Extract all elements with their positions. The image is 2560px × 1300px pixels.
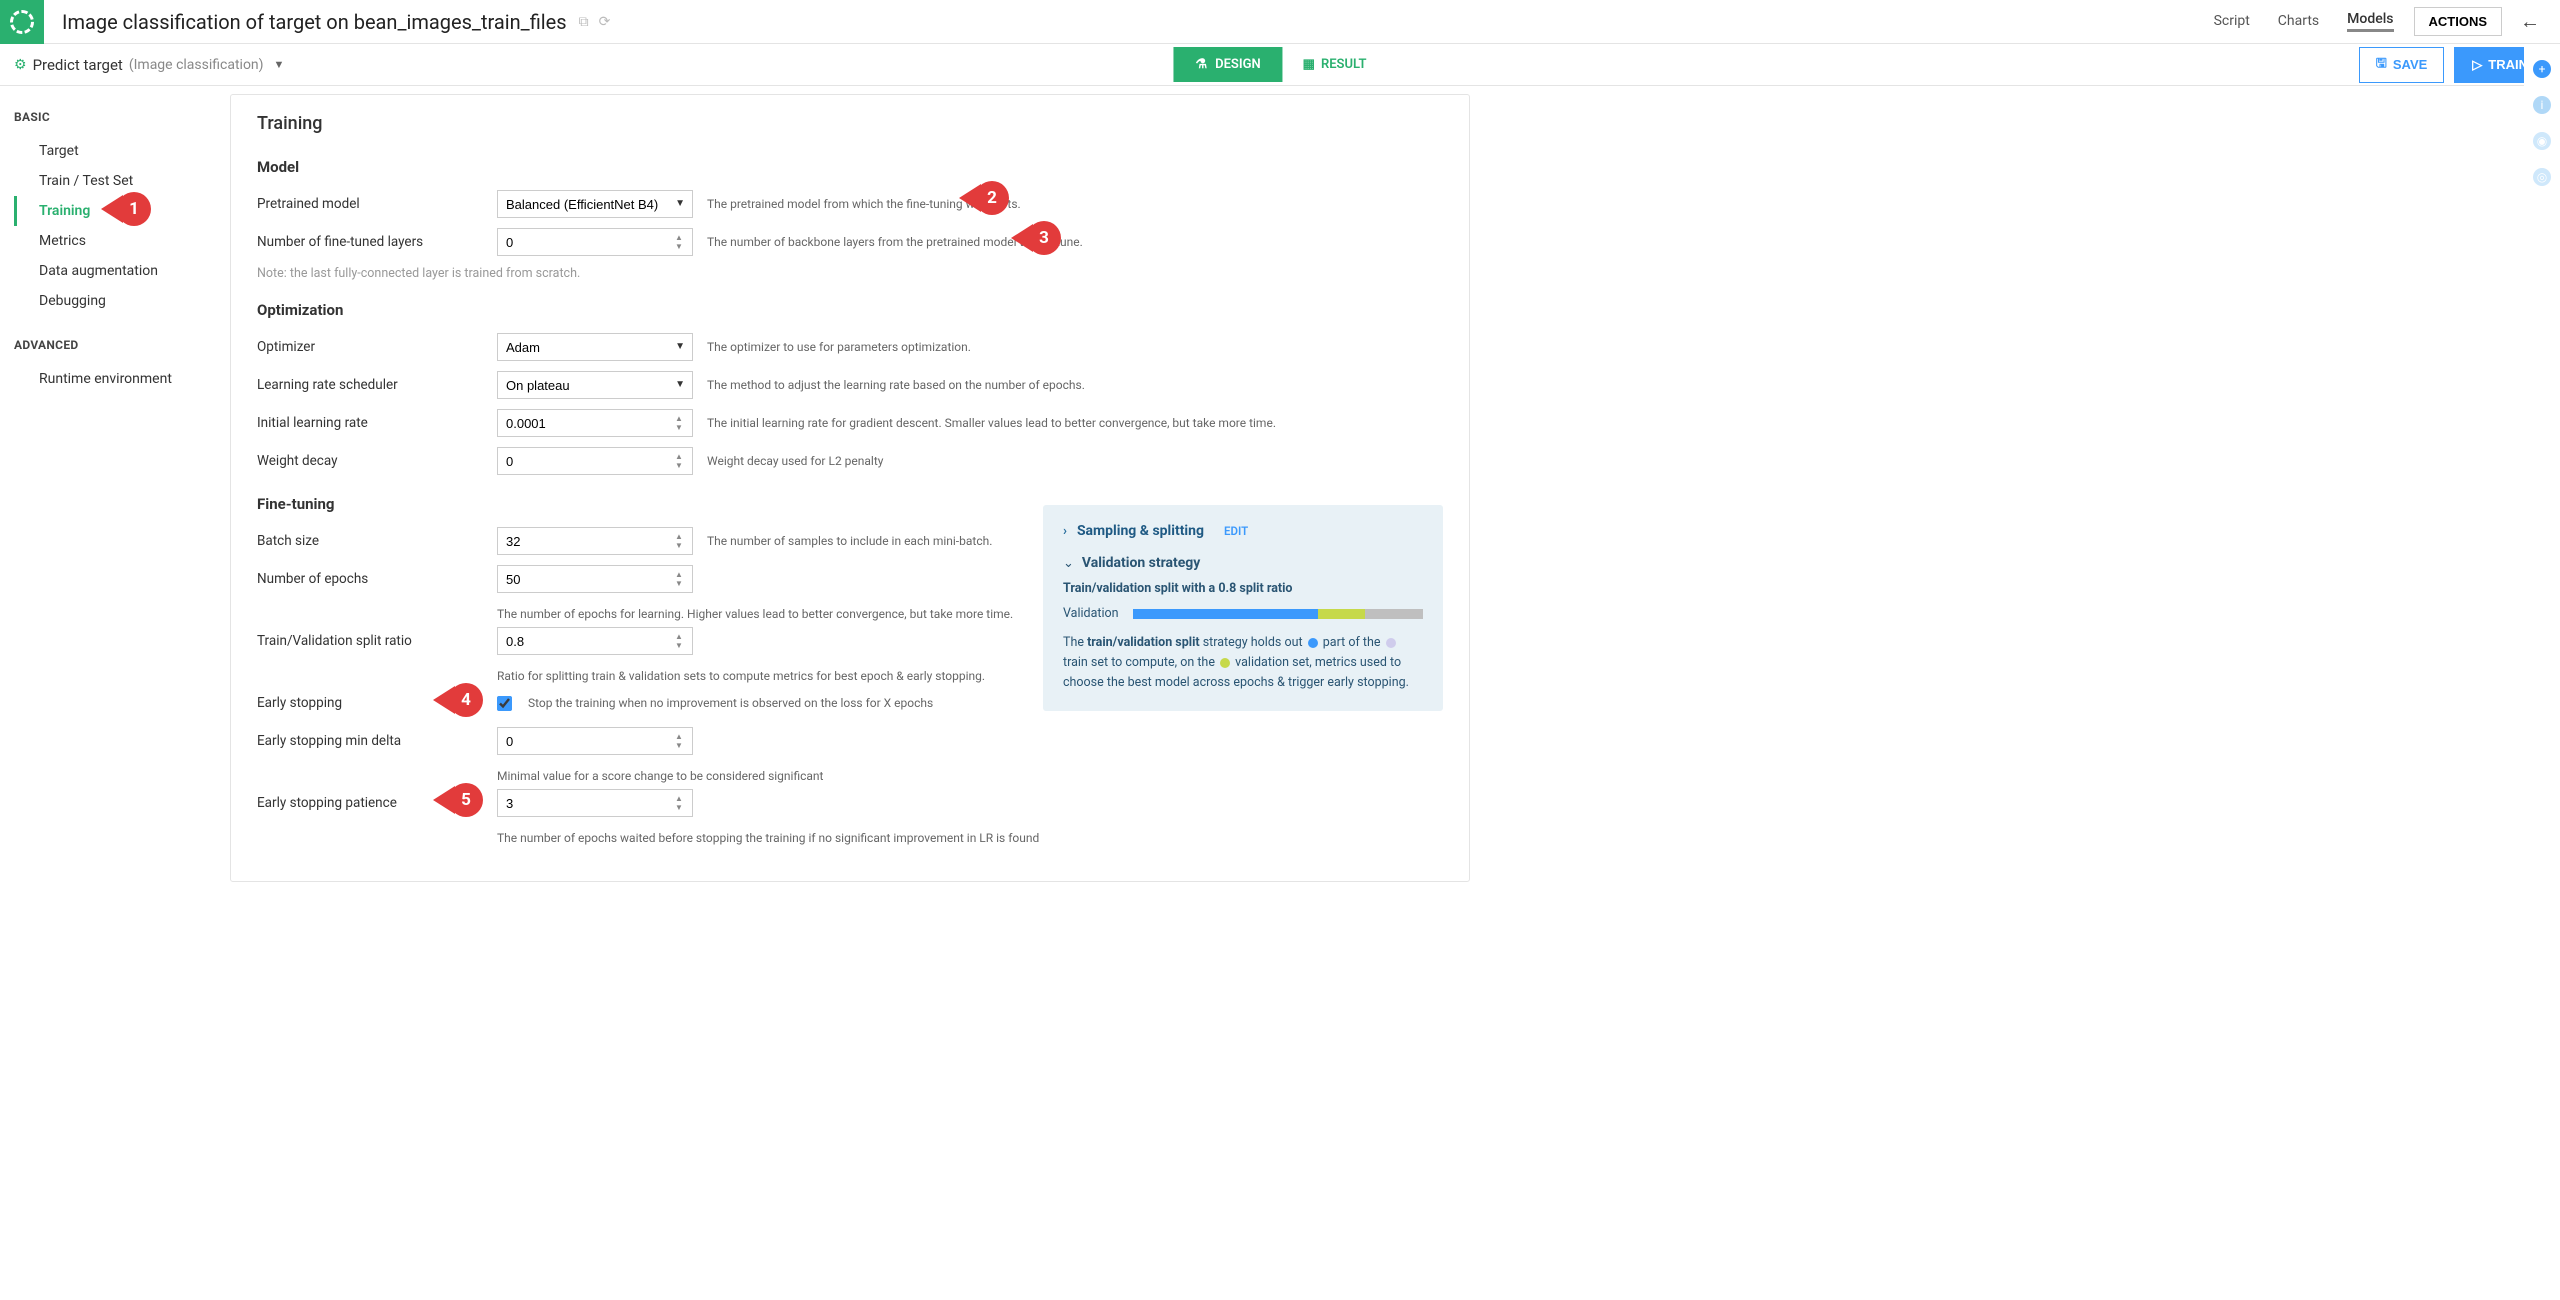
rail-target-icon[interactable]: ◎ — [2533, 168, 2551, 186]
copy-icon[interactable]: ⧉ — [579, 14, 589, 30]
task-title: Predict target — [33, 56, 123, 74]
chevron-down-icon[interactable]: ⌄ — [1063, 556, 1074, 571]
info-header: Sampling & splitting — [1077, 523, 1204, 539]
tab-charts[interactable]: Charts — [2278, 13, 2319, 31]
chevron-right-icon[interactable]: › — [1063, 524, 1067, 539]
caret-down-icon[interactable]: ▼ — [274, 58, 285, 71]
pretrained-help: The pretrained model from which the fine… — [707, 197, 1021, 211]
batch-label: Batch size — [257, 533, 497, 549]
app-logo[interactable] — [0, 0, 44, 44]
lr-input[interactable] — [497, 409, 693, 437]
rail-chat-icon[interactable]: ◉ — [2533, 132, 2551, 150]
wd-help: Weight decay used for L2 penalty — [707, 454, 1443, 468]
sched-select[interactable]: On plateau — [497, 371, 693, 399]
validation-bar — [1133, 609, 1423, 619]
refresh-icon[interactable]: ⟳ — [599, 14, 611, 30]
optimizer-help: The optimizer to use for parameters opti… — [707, 340, 1443, 354]
sidebar-item-traintest[interactable]: Train / Test Set — [14, 166, 230, 196]
page-title: Image classification of target on bean_i… — [62, 10, 567, 34]
sidebar-item-dataaug[interactable]: Data augmentation — [14, 256, 230, 286]
sidebar-item-target[interactable]: Target — [14, 136, 230, 166]
dot-gray-icon — [1386, 638, 1396, 648]
pretrained-label: Pretrained model — [257, 196, 497, 212]
sched-label: Learning rate scheduler — [257, 377, 497, 393]
info-bold: Train/validation split with a 0.8 split … — [1063, 581, 1423, 596]
save-icon: 🖫 — [2376, 54, 2387, 76]
sidebar-item-runtime[interactable]: Runtime environment — [14, 364, 230, 394]
epochs-label: Number of epochs — [257, 571, 497, 587]
layers-input[interactable] — [497, 228, 693, 256]
info-edit-link[interactable]: EDIT — [1224, 524, 1248, 538]
esd-subhelp: Minimal value for a score change to be c… — [497, 765, 1443, 789]
section-optim: Optimization — [257, 301, 1443, 319]
esp-label: Early stopping patience — [257, 795, 497, 811]
split-label: Train/Validation split ratio — [257, 633, 497, 649]
sidebar-item-metrics[interactable]: Metrics — [14, 226, 230, 256]
lr-help: The initial learning rate for gradient d… — [707, 416, 1443, 430]
task-subtitle: (Image classification) — [129, 57, 264, 73]
rail-info-icon[interactable]: i — [2533, 96, 2551, 114]
pretrained-select[interactable]: Balanced (EfficientNet B4) — [497, 190, 693, 218]
sidebar-item-debugging[interactable]: Debugging — [14, 286, 230, 316]
result-icon: ▦ — [1303, 57, 1315, 72]
sidebar-advanced-header: ADVANCED — [14, 338, 230, 352]
actions-button[interactable]: ACTIONS — [2414, 7, 2503, 36]
save-button[interactable]: 🖫SAVE — [2359, 47, 2445, 83]
gear-icon: ⚙ — [14, 57, 27, 73]
wd-label: Weight decay — [257, 453, 497, 469]
es-help: Stop the training when no improvement is… — [528, 696, 933, 710]
es-checkbox[interactable] — [497, 696, 512, 711]
callout-1: 1 — [117, 192, 151, 226]
info-panel: › Sampling & splitting EDIT ⌄ Validation… — [1043, 505, 1443, 711]
sched-help: The method to adjust the learning rate b… — [707, 378, 1443, 392]
sidebar-basic-header: BASIC — [14, 110, 230, 124]
esd-label: Early stopping min delta — [257, 733, 497, 749]
info-strategy: Validation strategy — [1082, 555, 1200, 571]
esd-input[interactable] — [497, 727, 693, 755]
dot-yellow-icon — [1220, 658, 1230, 668]
batch-input[interactable] — [497, 527, 693, 555]
lr-label: Initial learning rate — [257, 415, 497, 431]
model-note: Note: the last fully-connected layer is … — [257, 266, 1443, 281]
esp-subhelp: The number of epochs waited before stopp… — [497, 827, 1443, 851]
tab-script[interactable]: Script — [2214, 13, 2250, 31]
rail-plus-icon[interactable]: + — [2533, 60, 2551, 78]
validation-label: Validation — [1063, 606, 1119, 621]
result-tab[interactable]: ▦RESULT — [1283, 47, 1387, 82]
esp-input[interactable] — [497, 789, 693, 817]
content-title: Training — [257, 113, 1443, 134]
info-body: The train/validation split strategy hold… — [1063, 633, 1423, 693]
epochs-input[interactable] — [497, 565, 693, 593]
optimizer-select[interactable]: Adam — [497, 333, 693, 361]
back-arrow-icon[interactable]: ← — [2520, 9, 2540, 34]
split-input[interactable] — [497, 627, 693, 655]
es-label: Early stopping — [257, 695, 497, 711]
sidebar-item-training[interactable]: Training 1 — [14, 196, 230, 226]
layers-label: Number of fine-tuned layers — [257, 234, 497, 250]
dot-blue-icon — [1308, 638, 1318, 648]
optimizer-label: Optimizer — [257, 339, 497, 355]
design-tab[interactable]: ⚗DESIGN — [1173, 47, 1282, 82]
beaker-icon: ⚗ — [1195, 57, 1207, 72]
section-model: Model — [257, 158, 1443, 176]
tab-models[interactable]: Models — [2347, 11, 2393, 32]
wd-input[interactable] — [497, 447, 693, 475]
play-icon: ▷ — [2472, 57, 2482, 73]
layers-help: The number of backbone layers from the p… — [707, 235, 1083, 249]
